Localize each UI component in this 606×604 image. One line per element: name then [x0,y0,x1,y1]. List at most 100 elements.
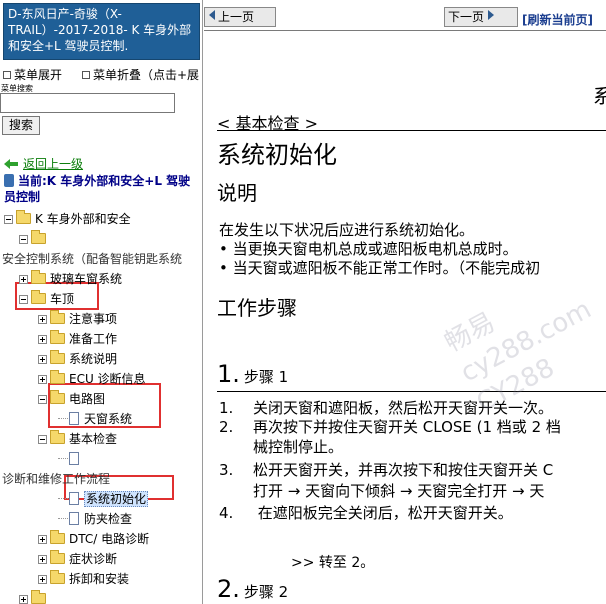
tree-folder[interactable]: K 车身外部和安全 [4,210,131,228]
book-icon [4,174,14,187]
tree-page[interactable]: 防夹检查 [58,510,132,528]
document-icon [69,412,79,425]
tree-folder[interactable]: 玻璃车窗系统 [19,270,122,288]
tree-folder[interactable]: 症状诊断 [38,550,117,568]
step-2-heading: 2. 步骤 2 [217,575,289,603]
tree-item-label: 天窗系统 [84,412,133,426]
tree-item[interactable]: 安全控制系统（配备智能钥匙系统 [2,250,182,268]
search-input[interactable] [0,93,175,113]
tree-folder[interactable]: 系统说明 [38,350,117,368]
tree-item-label: 安全控制系统（配备智能钥匙系统 [2,252,183,266]
tree-item-label: 注意事项 [69,312,118,326]
bullet-item: • 当更换天窗电机总成或遮阳板电机总成时。 [219,240,518,258]
tree-folder[interactable]: 准备工作 [38,330,117,348]
description-text: 在发生以下状况后应进行系统初始化。 [219,221,475,239]
folder-icon [50,550,65,564]
tree-folder[interactable]: 基本检查 [38,430,117,448]
tree-item-label: K 车身外部和安全 [35,212,131,226]
search-button[interactable]: 搜索 [2,116,40,135]
tree-item-label: 车顶 [50,292,75,306]
expand-node-icon[interactable] [38,355,47,364]
tree-item-label: 系统初始化 [84,491,149,507]
collapse-node-icon[interactable] [19,295,28,304]
folder-icon [50,390,65,404]
tree-folder[interactable]: DTC/ 电路诊断 [38,530,149,548]
tree-page-selected[interactable]: 系统初始化 [58,490,149,508]
tree-item-label: 防夹检查 [84,512,133,526]
sidebar: D-东风日产-奇骏（X-TRAIL）-2017-2018- K 车身外部和安全+… [0,0,203,604]
page-title: 系统初始化 [217,141,337,169]
document-icon [69,512,79,525]
folder-icon [50,350,65,364]
expand-node-icon[interactable] [19,275,28,284]
step-item: 打开 → 天窗向下倾斜 → 天窗完全打开 → 天 [253,482,545,500]
tree-item-label: 玻璃车窗系统 [50,272,123,286]
folder-icon [31,290,46,304]
expand-node-icon[interactable] [38,575,47,584]
folder-icon [31,270,46,284]
refresh-page-button[interactable]: [刷新当前页] [522,11,593,28]
arrow-right-icon [488,10,495,20]
collapse-node-icon[interactable] [19,235,28,244]
tree-item-label: ECU 诊断信息 [69,372,146,386]
document-title: D-东风日产-奇骏（X-TRAIL）-2017-2018- K 车身外部和安全+… [3,3,200,60]
folder-icon [50,310,65,324]
tree-item-label: 电路图 [69,392,106,406]
expand-node-icon[interactable] [38,555,47,564]
goto-next-step-link[interactable]: >> 转至 2。 [291,552,374,572]
next-page-button[interactable]: 下一页 [444,7,518,27]
section-heading: 说明 [217,181,257,205]
step-1-heading: 1. 步骤 1 [217,360,289,388]
collapse-node-icon[interactable] [38,395,47,404]
tree-item-label: 系统说明 [69,352,118,366]
tree-folder[interactable] [19,230,50,248]
tree-folder[interactable]: 拆卸和安装 [38,570,129,588]
collapse-all-button[interactable]: 菜单折叠（点击+展 [82,66,199,83]
folder-icon [31,230,46,244]
back-link[interactable]: 返回上一级 [4,155,83,172]
step-divider [217,391,606,392]
current-location: 当前:K 车身外部和安全+L 驾驶员控制 [4,174,191,204]
expand-icon [3,70,11,79]
step-item: 4. 在遮阳板完全关闭后，松开天窗开关。 [219,504,513,522]
folder-icon [50,330,65,344]
tree-item-label: 基本检查 [69,432,118,446]
step-item: 1. 关闭天窗和遮阳板，然后松开天窗开关一次。 [219,399,554,417]
prev-page-button[interactable]: 上一页 [204,7,276,27]
folder-icon [50,370,65,384]
tree-folder[interactable]: 车顶 [19,290,74,308]
tree-item-label: 拆卸和安装 [69,572,130,586]
step-item: 2. 再次按下并按住天窗开关 CLOSE (1 档或 2 档 [219,418,561,436]
folder-icon [16,210,31,224]
document-icon [69,452,79,465]
expand-all-button[interactable]: 菜单展开 [3,66,62,83]
tree-folder[interactable]: 注意事项 [38,310,117,328]
tree-page[interactable]: 天窗系统 [58,410,132,428]
workflow-heading: 工作步骤 [217,296,297,320]
tree-folder[interactable]: 电路图 [38,390,105,408]
cut-off-heading: 系 [593,84,606,108]
expand-node-icon[interactable] [19,595,28,604]
back-arrow-icon [4,159,18,169]
tree-item-label: 症状诊断 [69,552,118,566]
expand-node-icon[interactable] [38,375,47,384]
collapse-node-icon[interactable] [38,435,47,444]
expand-node-icon[interactable] [38,535,47,544]
tree-folder[interactable]: ECU 诊断信息 [38,370,146,388]
arrow-left-icon [209,10,215,20]
tree-page[interactable] [58,450,84,468]
folder-icon [31,590,46,604]
content-pane: 上一页 下一页 [刷新当前页] 系 < 基本检查 > 系统初始化 说明 在发生以… [204,0,606,604]
navigation-bar: 上一页 下一页 [刷新当前页] [204,4,606,31]
step-item: 3. 松开天窗开关，并再次按下和按住天窗开关 C [219,461,554,479]
divider [217,130,606,131]
collapse-node-icon[interactable] [4,215,13,224]
tree-item-label: DTC/ 电路诊断 [69,532,150,546]
collapse-icon [82,70,90,79]
folder-icon [50,430,65,444]
tree-item[interactable]: 诊断和维修工作流程 [2,470,110,488]
bullet-item: • 当天窗或遮阳板不能正常工作时。（不能完成初 [219,259,541,277]
expand-node-icon[interactable] [38,315,47,324]
tree-folder[interactable] [19,590,50,604]
expand-node-icon[interactable] [38,335,47,344]
